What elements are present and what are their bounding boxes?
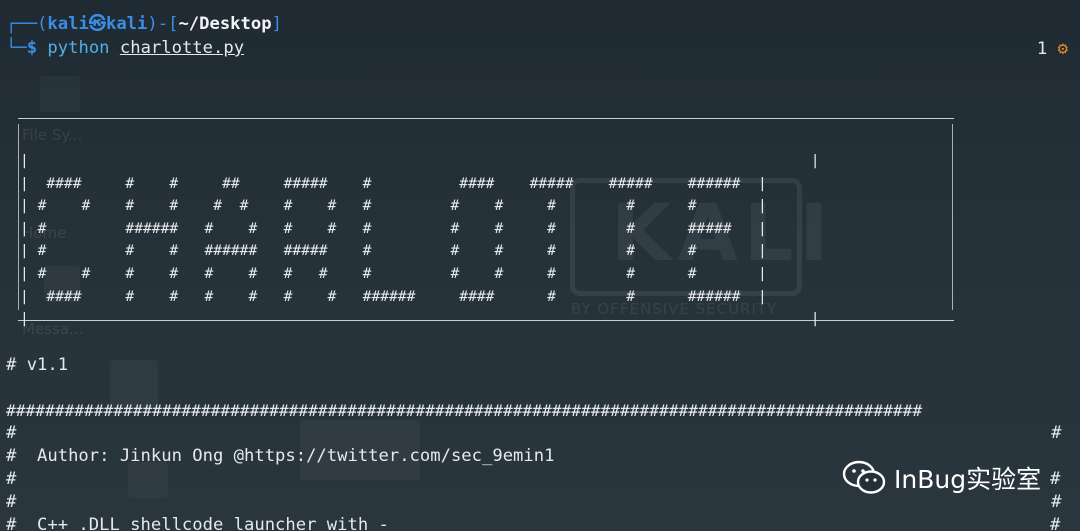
watermark-text: InBug实验室: [894, 465, 1042, 494]
info-line: #: [6, 468, 16, 491]
prompt-frame: )-[: [147, 14, 179, 34]
prompt-line-top: ┌──(kali㉿kali)-[~/Desktop]: [6, 13, 282, 35]
ascii-banner: | | | #### # # ## ##### # #### ##### ###…: [20, 152, 820, 328]
hash-rule: ########################################…: [6, 401, 923, 420]
prompt-user-host: kali㉿kali: [47, 14, 148, 34]
version-line: # v1.1: [6, 355, 69, 375]
wechat-icon: [842, 460, 886, 494]
info-line-text: # #: [6, 423, 1062, 443]
prompt-frame: ┌──(: [6, 14, 48, 34]
banner-left-border: [18, 124, 19, 310]
info-description: # C++ .DLL shellcode launcher with -: [6, 515, 389, 531]
prompt-line-command[interactable]: └─$ python charlotte.py: [6, 37, 244, 59]
desktop-icon-label: File Sy...: [22, 126, 83, 144]
banner-right-border: [952, 124, 953, 310]
background-jobs-indicator: 1 ⚙: [1037, 38, 1068, 60]
prompt-frame: └─: [6, 38, 27, 58]
info-right-mark: #: [1050, 515, 1061, 531]
info-right-mark: #: [1050, 469, 1061, 489]
prompt-frame: ]: [271, 14, 282, 34]
info-line-text: #: [6, 469, 17, 489]
watermark: InBug实验室: [842, 460, 1041, 496]
info-line: # Author: Jinkun Ong @https://twitter.co…: [6, 445, 554, 468]
terminal-window[interactable]: File Sy... Home Messa... KALI BY OFFENSI…: [0, 0, 1080, 531]
gear-icon: ⚙: [1057, 39, 1068, 59]
command-name: python: [47, 38, 110, 58]
desktop-ghost-tile: [40, 76, 80, 112]
info-line: # C++ .DLL shellcode launcher with -: [6, 514, 389, 531]
prompt-dollar: $: [26, 38, 38, 58]
banner-top-rule: [18, 118, 954, 119]
info-line: # #: [6, 422, 1061, 445]
prompt-directory: ~/Desktop: [178, 14, 272, 34]
jobs-count: 1: [1036, 39, 1048, 59]
command-argument[interactable]: charlotte.py: [120, 38, 244, 58]
info-author: # Author: Jinkun Ong @https://twitter.co…: [6, 446, 555, 466]
